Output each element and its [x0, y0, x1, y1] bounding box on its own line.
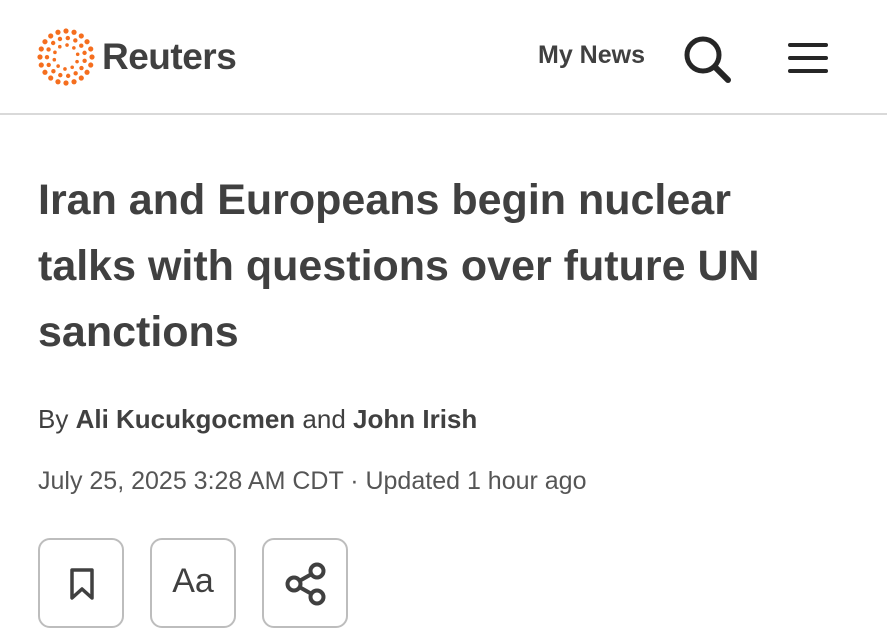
logo-dot	[73, 71, 78, 76]
logo-dot	[71, 29, 77, 35]
logo-dot	[57, 36, 63, 42]
logo-dot	[51, 69, 56, 74]
logo-dot	[63, 80, 69, 86]
share-icon	[285, 562, 326, 606]
logo-dot	[48, 75, 54, 81]
logo-dot	[84, 69, 90, 75]
logo-dot	[89, 54, 95, 60]
logo-dot	[78, 33, 84, 39]
search-icon	[684, 36, 731, 83]
logo-dot	[38, 62, 44, 68]
logo-dot	[44, 54, 50, 60]
logo-dot	[37, 54, 43, 60]
logo-dot	[78, 75, 84, 81]
publish-dateline: July 25, 2025 3:28 AM CDT · Updated 1 ho…	[38, 467, 587, 495]
text-size-icon: Aa	[172, 562, 214, 600]
logo-dot	[38, 46, 44, 52]
logo-dot	[65, 43, 69, 47]
article-headline: Iran and Europeans begin nuclear talks w…	[38, 176, 760, 356]
logo-dot	[79, 65, 84, 71]
logo-dot	[52, 57, 57, 62]
reuters-logo[interactable]: Reuters	[36, 27, 237, 87]
logo-dot	[88, 62, 94, 68]
logo-dot	[50, 40, 56, 46]
share-button[interactable]	[262, 538, 348, 628]
logo-dot	[58, 44, 62, 49]
search-button[interactable]	[682, 35, 732, 83]
logo-dot	[56, 64, 60, 68]
logo-dot	[65, 73, 71, 79]
logo-dot	[63, 28, 69, 34]
my-news-link[interactable]: My News	[538, 41, 645, 70]
logo-dot	[46, 47, 51, 52]
logo-dot	[70, 65, 74, 70]
logo-dot	[88, 46, 94, 52]
logo-dot	[42, 39, 48, 45]
logo-dot	[79, 43, 84, 48]
logo-dot	[75, 59, 79, 64]
author-link[interactable]: Ali Kucukgocmen	[76, 404, 296, 434]
text-size-button[interactable]: Aa	[150, 538, 236, 628]
byline: By Ali Kucukgocmen and John Irish	[38, 404, 477, 435]
bookmark-button[interactable]	[38, 538, 124, 628]
hamburger-menu-icon	[788, 43, 828, 73]
logo-dot	[75, 52, 80, 57]
reuters-logo-mark-icon	[37, 28, 95, 86]
byline-conjunction: and	[302, 404, 346, 434]
logo-dot	[63, 67, 67, 71]
logo-dot	[53, 50, 57, 55]
menu-button[interactable]	[786, 40, 830, 76]
logo-dot	[46, 62, 51, 68]
logo-dot	[71, 79, 77, 85]
logo-dot	[82, 50, 87, 56]
bookmark-icon	[70, 568, 94, 600]
logo-dot	[42, 69, 48, 75]
logo-dot	[48, 33, 54, 39]
author-link[interactable]: John Irish	[353, 404, 477, 434]
logo-dot	[55, 29, 61, 35]
logo-dot	[72, 46, 76, 50]
brand-name: Reuters	[102, 36, 237, 77]
logo-dot	[73, 38, 78, 43]
logo-dot	[55, 79, 61, 85]
logo-dot	[58, 72, 63, 78]
logo-dot	[82, 58, 87, 63]
byline-prefix: By	[38, 404, 69, 434]
site-header: Reuters My News	[0, 0, 887, 115]
logo-dot	[84, 39, 90, 45]
logo-dot	[65, 35, 71, 41]
